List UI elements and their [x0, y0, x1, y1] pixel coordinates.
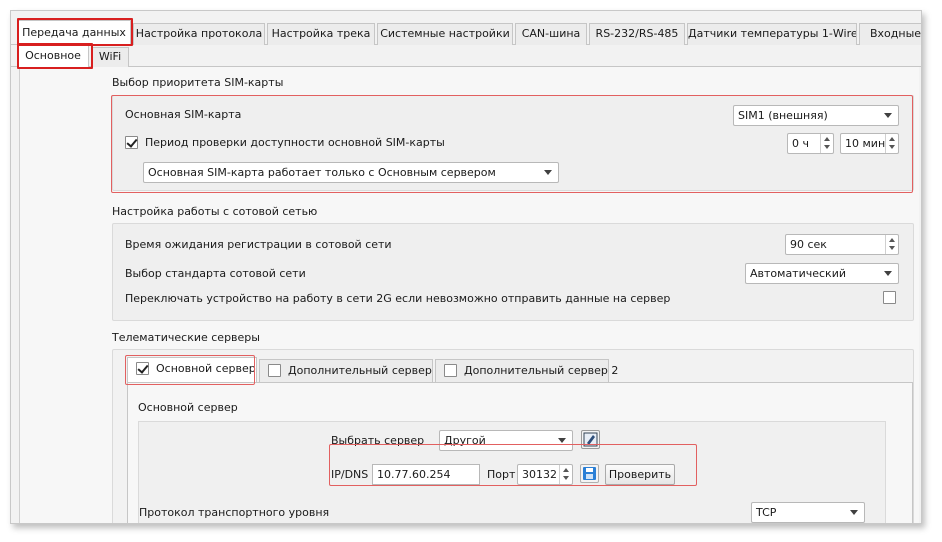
- tab-data-transfer[interactable]: Передача данных: [17, 20, 131, 46]
- main-tabbar: Передача данных Настройка протокола Наст…: [11, 19, 921, 46]
- edit-icon: [583, 432, 598, 447]
- ip-input[interactable]: 10.77.60.254: [372, 464, 480, 485]
- spin-arrows-icon[interactable]: [820, 134, 833, 153]
- tab-inputs[interactable]: Входные д: [859, 23, 921, 45]
- cellular-group: Время ожидания регистрации в сотовой сет…: [112, 223, 914, 321]
- subtab-wifi[interactable]: WiFi: [91, 47, 129, 67]
- spin-arrows-icon[interactable]: [885, 235, 898, 254]
- switch-2g-checkbox[interactable]: [883, 291, 896, 304]
- tab-can-bus[interactable]: CAN-шина: [515, 23, 587, 45]
- sim-mode-value: Основная SIM-карта работает только с Осн…: [148, 166, 496, 179]
- tab-1wire-sensors[interactable]: Датчики температуры 1-Wire: [687, 23, 857, 45]
- hours-spinbox[interactable]: 0 ч: [787, 133, 834, 154]
- main-server-checkbox[interactable]: [136, 362, 149, 375]
- hours-value: 0 ч: [792, 137, 809, 150]
- port-spinbox[interactable]: 30132: [517, 464, 573, 485]
- tab-track-settings[interactable]: Настройка трека: [267, 23, 375, 45]
- reg-wait-value: 90 сек: [790, 238, 827, 251]
- main-server-tab-label: Основной сервер: [156, 362, 256, 375]
- tab-extra-server-2[interactable]: Дополнительный сервер 2: [435, 359, 618, 382]
- main-sim-value: SIM1 (внешняя): [738, 109, 828, 122]
- chevron-down-icon: [884, 113, 892, 118]
- select-server-label: Выбрать сервер: [331, 434, 425, 447]
- chevron-down-icon: [544, 170, 552, 175]
- transport-protocol-label: Протокол транспортного уровня: [139, 506, 330, 519]
- main-server-title: Основной сервер: [138, 401, 238, 414]
- tab-rs232-rs485[interactable]: RS-232/RS-485: [589, 23, 685, 45]
- tab-system-settings[interactable]: Системные настройки: [377, 23, 513, 45]
- minutes-value: 10 мин: [845, 137, 886, 150]
- tab-protocol-settings[interactable]: Настройка протокола: [133, 23, 265, 45]
- tab-extra-server-1[interactable]: Дополнительный сервер 1: [259, 359, 442, 382]
- network-standard-label: Выбор стандарта сотовой сети: [125, 267, 306, 280]
- content-area: Выбор приоритета SIM-карты Основная SIM-…: [19, 67, 919, 523]
- extra-server-1-tab-label: Дополнительный сервер 1: [288, 364, 443, 377]
- edit-server-button[interactable]: [581, 430, 600, 449]
- minutes-spinbox[interactable]: 10 мин: [840, 133, 899, 154]
- sub-tabbar: Основное WiFi: [11, 45, 921, 67]
- main-sim-label: Основная SIM-карта: [125, 108, 242, 121]
- spin-arrows-icon[interactable]: [885, 134, 898, 153]
- reg-wait-label: Время ожидания регистрации в сотовой сет…: [125, 238, 392, 251]
- spin-arrows-icon[interactable]: [559, 465, 572, 484]
- chevron-down-icon: [850, 510, 858, 515]
- switch-2g-label: Переключать устройство на работу в сети …: [125, 292, 671, 305]
- select-server-select[interactable]: Другой: [439, 430, 573, 451]
- settings-window: Передача данных Настройка протокола Наст…: [10, 10, 922, 524]
- cellular-group-title: Настройка работы с сотовой сетью: [112, 205, 318, 218]
- tab-main-server[interactable]: Основной сервер: [127, 357, 257, 382]
- chevron-down-icon: [558, 438, 566, 443]
- extra-server-2-tab-label: Дополнительный сервер 2: [464, 364, 619, 377]
- extra-server-1-checkbox[interactable]: [268, 364, 281, 377]
- sim-mode-select[interactable]: Основная SIM-карта работает только с Осн…: [143, 162, 559, 183]
- subtab-general[interactable]: Основное: [17, 45, 89, 67]
- main-sim-select[interactable]: SIM1 (внешняя): [733, 105, 899, 126]
- network-standard-select[interactable]: Автоматический: [745, 263, 899, 284]
- main-server-panel: Основной сервер Выбрать сервер Другой IP…: [127, 382, 913, 523]
- servers-group: Основной сервер Дополнительный сервер 1 …: [112, 349, 914, 523]
- network-standard-value: Автоматический: [750, 267, 846, 280]
- servers-group-title: Телематические серверы: [112, 331, 260, 344]
- check-server-button[interactable]: Проверить: [605, 464, 675, 485]
- ip-label: IP/DNS: [331, 468, 369, 481]
- save-server-button[interactable]: [580, 464, 599, 483]
- transport-protocol-select[interactable]: TCP: [751, 502, 865, 523]
- select-server-value: Другой: [444, 434, 486, 447]
- save-icon: [583, 467, 596, 480]
- check-period-label: Период проверки доступности основной SIM…: [145, 136, 445, 149]
- port-label: Порт: [487, 468, 516, 481]
- sim-group-title: Выбор приоритета SIM-карты: [112, 76, 284, 89]
- extra-server-2-checkbox[interactable]: [444, 364, 457, 377]
- main-server-box: Выбрать сервер Другой IP/DNS 10.77.60.25…: [138, 421, 886, 523]
- port-value: 30132: [522, 468, 557, 481]
- transport-protocol-value: TCP: [756, 506, 777, 519]
- reg-wait-spinbox[interactable]: 90 сек: [785, 234, 899, 255]
- sim-group: Основная SIM-карта SIM1 (внешняя) Период…: [112, 95, 914, 191]
- check-period-checkbox[interactable]: [125, 136, 138, 149]
- chevron-down-icon: [884, 271, 892, 276]
